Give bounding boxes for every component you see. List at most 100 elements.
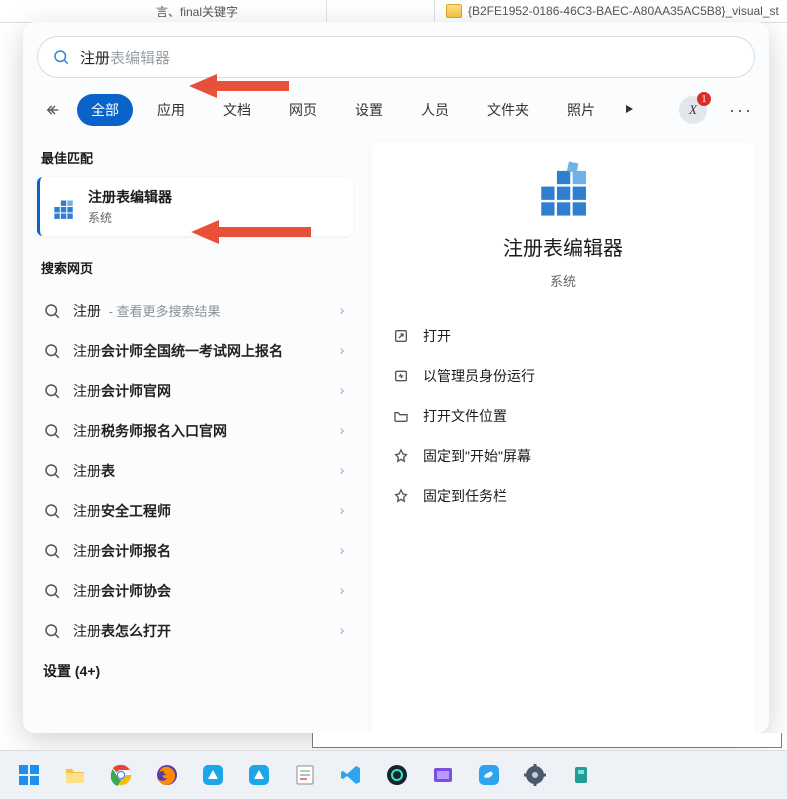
- taskbar-explorer[interactable]: [56, 756, 94, 794]
- chevron-right-icon: [337, 386, 347, 396]
- gear-icon: [523, 763, 547, 787]
- search-icon: [43, 502, 61, 520]
- web-result-label: 注册税务师报名入口官网: [73, 421, 337, 441]
- taskbar-app-blue1[interactable]: [194, 756, 232, 794]
- settings-more[interactable]: 设置 (4+): [37, 651, 353, 691]
- app-icon: [477, 763, 501, 787]
- tab-people[interactable]: 人员: [407, 94, 463, 126]
- action-pin-taskbar[interactable]: 固定到任务栏: [387, 478, 739, 514]
- action-run-admin[interactable]: 以管理员身份运行: [387, 358, 739, 394]
- web-result-item[interactable]: 注册会计师报名: [37, 531, 353, 571]
- search-icon: [43, 302, 61, 320]
- web-result-item[interactable]: 注册会计师官网: [37, 371, 353, 411]
- taskbar-app-gear[interactable]: [516, 756, 554, 794]
- action-open-location-label: 打开文件位置: [423, 406, 507, 426]
- notification-badge: 1: [697, 92, 711, 106]
- web-result-item[interactable]: 注册 - 查看更多搜索结果: [37, 291, 353, 331]
- taskbar: [0, 750, 787, 799]
- search-icon: [43, 582, 61, 600]
- best-match-item[interactable]: 注册表编辑器 系统: [37, 177, 353, 236]
- folder-icon: [446, 4, 462, 18]
- best-match-title: 注册表编辑器: [88, 187, 172, 207]
- background-window-border: [312, 733, 782, 748]
- action-open[interactable]: 打开: [387, 318, 739, 354]
- pin-icon: [393, 488, 409, 504]
- tab-folders[interactable]: 文件夹: [473, 94, 543, 126]
- web-result-item[interactable]: 注册安全工程师: [37, 491, 353, 531]
- chevron-right-icon: [337, 546, 347, 556]
- action-open-location[interactable]: 打开文件位置: [387, 398, 739, 434]
- search-icon: [52, 48, 70, 66]
- taskbar-app-bird[interactable]: [470, 756, 508, 794]
- back-button[interactable]: [39, 96, 67, 124]
- web-result-item[interactable]: 注册表: [37, 451, 353, 491]
- tab-photos[interactable]: 照片: [553, 94, 609, 126]
- preview-pane: 注册表编辑器 系统 打开 以管理员身份运行 打开文件位置 固: [371, 142, 755, 738]
- regedit-large-icon: [534, 160, 592, 218]
- web-results-list: 注册 - 查看更多搜索结果注册会计师全国统一考试网上报名注册会计师官网注册税务师…: [37, 291, 353, 651]
- start-button[interactable]: [10, 756, 48, 794]
- tab-settings[interactable]: 设置: [341, 94, 397, 126]
- best-match-subtitle: 系统: [88, 209, 172, 226]
- preview-actions: 打开 以管理员身份运行 打开文件位置 固定到"开始"屏幕 固定到任务栏: [387, 318, 739, 514]
- app-icon: [201, 763, 225, 787]
- chevron-right-icon: [337, 306, 347, 316]
- search-icon: [43, 622, 61, 640]
- bg-cell-empty: [324, 0, 435, 22]
- action-run-admin-label: 以管理员身份运行: [423, 366, 535, 386]
- section-best-match: 最佳匹配: [37, 142, 353, 177]
- app-icon: [431, 763, 455, 787]
- windows-icon: [17, 763, 41, 787]
- taskbar-firefox[interactable]: [148, 756, 186, 794]
- taskbar-app-purple[interactable]: [424, 756, 462, 794]
- ellipsis-icon: ···: [729, 100, 753, 120]
- chevron-right-icon: [337, 466, 347, 476]
- tab-documents[interactable]: 文档: [209, 94, 265, 126]
- tab-web[interactable]: 网页: [275, 94, 331, 126]
- firefox-icon: [155, 763, 179, 787]
- more-tabs-button[interactable]: [623, 102, 635, 118]
- app-icon: [569, 763, 593, 787]
- account-avatar[interactable]: X 1: [679, 96, 707, 124]
- app-icon: [385, 763, 409, 787]
- play-icon: [623, 103, 635, 115]
- bg-cell-folder: {B2FE1952-0186-46C3-BAEC-A80AA35AC5B8}_v…: [440, 0, 787, 22]
- search-panel: 注册表编辑器 全部 应用 文档 网页 设置 人员 文件夹 照片 X 1 ··· …: [23, 22, 769, 733]
- taskbar-app-notes[interactable]: [286, 756, 324, 794]
- tab-apps[interactable]: 应用: [143, 94, 199, 126]
- web-result-label: 注册会计师官网: [73, 381, 337, 401]
- taskbar-app-teal[interactable]: [562, 756, 600, 794]
- web-result-label: 注册会计师协会: [73, 581, 337, 601]
- chevron-right-icon: [337, 626, 347, 636]
- web-result-label: 注册 - 查看更多搜索结果: [73, 301, 337, 321]
- web-result-item[interactable]: 注册表怎么打开: [37, 611, 353, 651]
- bg-cell-text: 言、final关键字: [148, 0, 327, 22]
- action-pin-start[interactable]: 固定到"开始"屏幕: [387, 438, 739, 474]
- more-options-button[interactable]: ···: [729, 100, 753, 121]
- folder-icon: [63, 763, 87, 787]
- tab-all[interactable]: 全部: [77, 94, 133, 126]
- results-column: 最佳匹配 注册表编辑器 系统 搜索网页 注册 - 查看更多搜索结果注册会计师全国…: [37, 142, 353, 738]
- web-result-item[interactable]: 注册税务师报名入口官网: [37, 411, 353, 451]
- preview-hero: 注册表编辑器 系统: [387, 160, 739, 290]
- chevron-right-icon: [337, 506, 347, 516]
- taskbar-vscode[interactable]: [332, 756, 370, 794]
- web-result-item[interactable]: 注册会计师协会: [37, 571, 353, 611]
- vscode-icon: [339, 763, 363, 787]
- taskbar-app-dark[interactable]: [378, 756, 416, 794]
- background-window-strip: 言、final关键字 {B2FE1952-0186-46C3-BAEC-A80A…: [0, 0, 787, 23]
- open-icon: [393, 328, 409, 344]
- taskbar-chrome[interactable]: [102, 756, 140, 794]
- filter-tab-row: 全部 应用 文档 网页 设置 人员 文件夹 照片 X 1 ···: [37, 94, 755, 126]
- web-result-label: 注册会计师报名: [73, 541, 337, 561]
- search-icon: [43, 342, 61, 360]
- chevron-right-icon: [337, 586, 347, 596]
- search-icon: [43, 382, 61, 400]
- search-autocomplete: 表编辑器: [110, 50, 170, 67]
- search-input[interactable]: 注册表编辑器: [37, 36, 755, 78]
- chrome-icon: [109, 763, 133, 787]
- preview-subtitle: 系统: [550, 271, 576, 290]
- web-result-item[interactable]: 注册会计师全国统一考试网上报名: [37, 331, 353, 371]
- folder-open-icon: [393, 408, 409, 424]
- taskbar-app-blue2[interactable]: [240, 756, 278, 794]
